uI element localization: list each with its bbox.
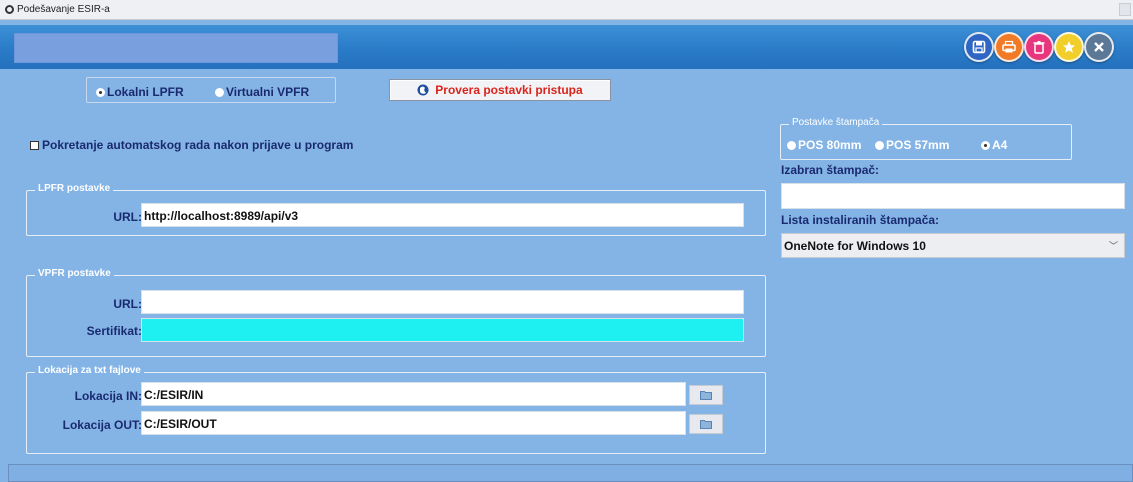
radio-button[interactable] xyxy=(981,141,990,150)
window-control-button[interactable] xyxy=(1119,3,1131,16)
radio-button[interactable] xyxy=(787,141,796,150)
vpfr-cert-label: Sertifikat: xyxy=(86,324,142,338)
vpfr-url-input[interactable] xyxy=(141,290,744,314)
trash-icon xyxy=(1033,41,1045,54)
mode-radio-virtualni[interactable]: Virtualni VPFR xyxy=(215,83,309,101)
chevron-down-icon: ﹀ xyxy=(1108,241,1118,251)
header-field xyxy=(14,33,338,63)
window-title: Podešavanje ESIR-a xyxy=(17,4,110,15)
location-out-input[interactable]: C:/ESIR/OUT xyxy=(141,411,686,435)
lpfr-url-input[interactable]: http://localhost:8989/api/v3 xyxy=(141,203,744,227)
checkbox[interactable] xyxy=(30,141,39,150)
vpfr-cert-input[interactable] xyxy=(141,318,744,342)
globe-icon xyxy=(417,84,429,96)
autostart-label: Pokretanje automatskog rada nakon prijav… xyxy=(42,138,354,152)
radio-button[interactable] xyxy=(875,141,884,150)
selected-printer-input[interactable] xyxy=(781,183,1125,209)
check-access-label: Provera postavki pristupa xyxy=(435,83,583,97)
printer-radio-a4[interactable]: A4 xyxy=(981,136,1007,154)
print-button[interactable] xyxy=(994,32,1024,62)
status-bar xyxy=(8,464,1133,482)
radio-button[interactable] xyxy=(96,88,105,97)
delete-button[interactable] xyxy=(1024,32,1054,62)
app-icon xyxy=(5,5,14,14)
vpfr-group-title: VPFR postavke xyxy=(35,268,114,279)
printer-option-a4: A4 xyxy=(992,138,1008,152)
selected-printer-label: Izabran štampač: xyxy=(781,163,880,177)
save-button[interactable] xyxy=(964,32,994,62)
printer-radio-pos57[interactable]: POS 57mm xyxy=(875,136,949,154)
location-in-label: Lokacija IN: xyxy=(74,389,142,403)
printer-settings-title: Postavke štampača xyxy=(789,117,883,128)
browse-out-button[interactable] xyxy=(689,414,723,434)
installed-printers-select[interactable]: OneNote for Windows 10 ﹀ xyxy=(781,233,1125,258)
mode-label-lokalni: Lokalni LPFR xyxy=(107,85,184,99)
printer-option-pos80: POS 80mm xyxy=(798,138,862,152)
printer-option-pos57: POS 57mm xyxy=(886,138,950,152)
mode-label-virtualni: Virtualni VPFR xyxy=(226,85,310,99)
autostart-checkbox[interactable]: Pokretanje automatskog rada nakon prijav… xyxy=(30,136,353,154)
location-out-label: Lokacija OUT: xyxy=(62,418,142,432)
mode-radio-lokalni[interactable]: Lokalni LPFR xyxy=(96,83,184,101)
folder-icon xyxy=(700,420,712,429)
favorite-button[interactable] xyxy=(1054,32,1084,62)
browse-in-button[interactable] xyxy=(689,385,723,405)
radio-button[interactable] xyxy=(215,88,224,97)
close-icon xyxy=(1094,42,1104,52)
title-bar: Podešavanje ESIR-a xyxy=(0,0,1133,20)
location-in-input[interactable]: C:/ESIR/IN xyxy=(141,382,686,406)
vpfr-url-label: URL: xyxy=(113,297,142,311)
installed-printers-label: Lista instaliranih štampača: xyxy=(781,213,940,227)
installed-printers-value: OneNote for Windows 10 xyxy=(784,239,926,253)
folder-icon xyxy=(700,391,712,400)
txt-location-title: Lokacija za txt fajlove xyxy=(35,365,144,376)
save-icon xyxy=(972,40,986,54)
check-access-button[interactable]: Provera postavki pristupa xyxy=(389,79,611,101)
print-icon xyxy=(1002,40,1016,53)
lpfr-group-title: LPFR postavke xyxy=(35,183,114,194)
star-icon xyxy=(1063,41,1075,53)
printer-radio-pos80[interactable]: POS 80mm xyxy=(787,136,861,154)
close-button[interactable] xyxy=(1084,32,1114,62)
vpfr-group: VPFR postavke xyxy=(26,268,766,357)
lpfr-url-label: URL: xyxy=(113,210,142,224)
